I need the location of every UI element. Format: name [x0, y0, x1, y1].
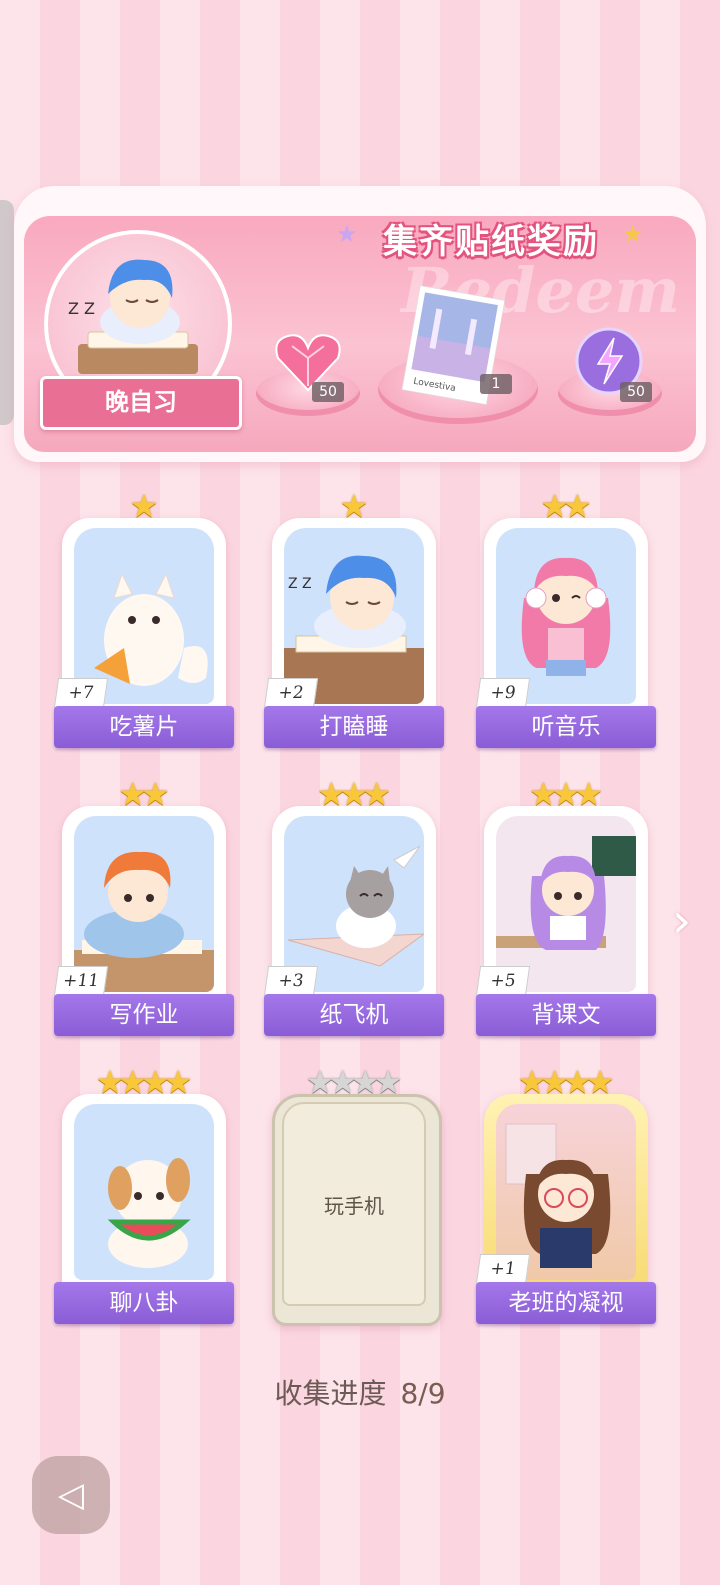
- banner-title-wrap: 集齐贴纸奖励: [338, 210, 658, 264]
- progress-label: 收集进度: [274, 1377, 387, 1410]
- bonus-badge: +1: [475, 1254, 531, 1284]
- chevron-right-icon[interactable]: ›: [672, 896, 706, 946]
- back-arrow-icon: ◁: [57, 1475, 85, 1515]
- bonus-badge: +11: [53, 966, 109, 996]
- card-label: 聊八卦: [54, 1282, 234, 1324]
- collection-progress: 收集进度 8/9: [0, 1372, 720, 1412]
- bonus-badge: +5: [475, 966, 531, 996]
- sticker-card-1[interactable]: ★ +7 吃薯片: [53, 488, 234, 748]
- sticker-card-3[interactable]: ★★ +9 听音乐: [475, 488, 656, 748]
- banner-title: 集齐贴纸奖励: [383, 222, 599, 262]
- sticker-card-7[interactable]: ★★★★ 聊八卦: [54, 1064, 234, 1324]
- progress-value: 8/9: [400, 1377, 446, 1410]
- sticker-card-9[interactable]: ★★★★ +1 老班的凝视: [475, 1064, 656, 1324]
- card-label: 纸飞机: [264, 994, 444, 1036]
- sticker-card-8-locked[interactable]: ★★★★ 玩手机: [272, 1064, 442, 1326]
- bonus-badge: +2: [263, 678, 319, 708]
- side-drawer-tab[interactable]: [0, 200, 14, 425]
- bonus-badge: +7: [53, 678, 109, 708]
- sticker-card-6[interactable]: ★★★ +5 背课文: [475, 776, 656, 1036]
- reward-count-3: 50: [620, 382, 652, 402]
- sticker-card-5[interactable]: ★★★ +3 纸飞机: [263, 776, 444, 1036]
- svg-text:Z Z: Z Z: [288, 576, 312, 592]
- featured-name: 晚自习: [105, 388, 177, 416]
- sticker-card-2[interactable]: ★ Z Z +2 打瞌睡: [263, 488, 444, 748]
- bonus-badge: +3: [263, 966, 319, 996]
- card-label: 打瞌睡: [264, 706, 444, 748]
- back-button[interactable]: ◁: [32, 1456, 110, 1534]
- card-label: 老班的凝视: [476, 1282, 656, 1324]
- bonus-badge: +9: [475, 678, 531, 708]
- card-label: 吃薯片: [54, 706, 234, 748]
- featured-name-plate: 晚自习: [40, 376, 242, 430]
- reward-count-1: 50: [312, 382, 344, 402]
- card-label: 写作业: [54, 994, 234, 1036]
- card-label: 听音乐: [476, 706, 656, 748]
- puppy-watermelon-illustration: [107, 1158, 191, 1268]
- locked-card-name: 玩手机: [324, 1194, 384, 1218]
- sticker-card-4[interactable]: ★★ +11 写作业: [53, 776, 234, 1036]
- reward-count-2: 1: [480, 374, 512, 394]
- card-label: 背课文: [476, 994, 656, 1036]
- svg-text:Z Z: Z Z: [68, 299, 95, 318]
- card-art: [74, 1104, 214, 1280]
